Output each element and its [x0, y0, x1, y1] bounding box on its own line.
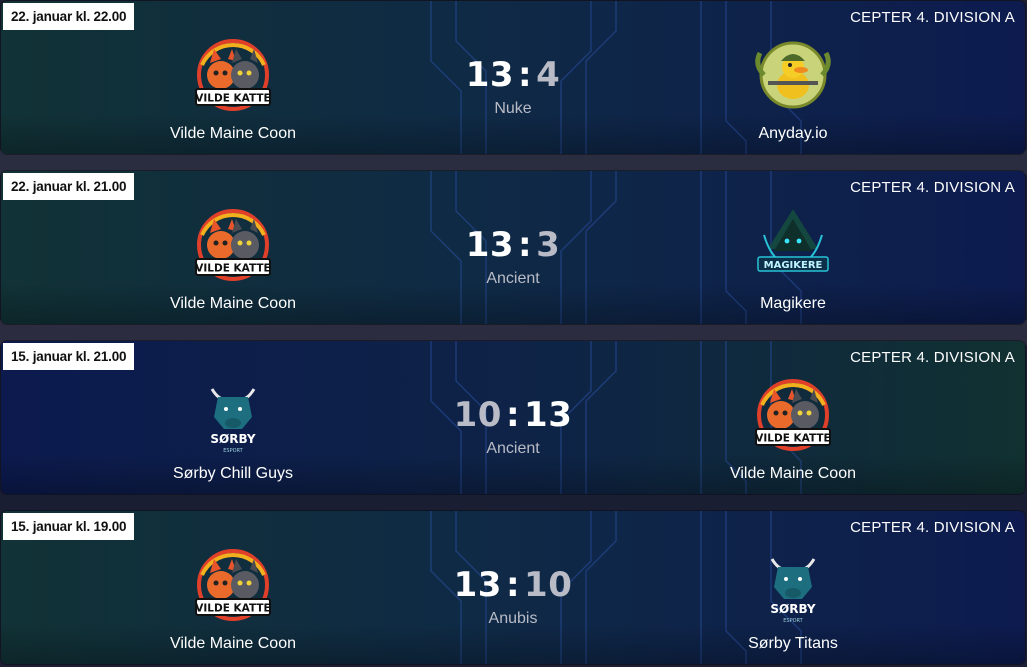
home-score: 13: [465, 225, 515, 265]
svg-text:SØRBY: SØRBY: [210, 432, 256, 446]
vilde-katte-logo: VILDE KATTE: [195, 549, 271, 621]
match-date: 15. januar kl. 21.00: [3, 343, 135, 370]
vilde-katte-logo: VILDE KATTE: [195, 209, 271, 281]
division-label: CEPTER 4. DIVISION A: [850, 179, 1015, 196]
svg-text:VILDE KATTE: VILDE KATTE: [195, 263, 270, 275]
svg-text:VILDE KATTE: VILDE KATTE: [755, 433, 830, 445]
away-score: 3: [536, 225, 561, 265]
map-name: Anubis: [488, 610, 538, 627]
map-name: Ancient: [486, 270, 540, 287]
home-team-name: Sørby Chill Guys: [172, 465, 294, 482]
away-team[interactable]: SØRBY ESPORT Sørby Titans: [683, 545, 903, 653]
home-team[interactable]: VILDE KATTE Vilde Maine Coon: [123, 205, 343, 313]
score: 13:3: [413, 225, 613, 265]
score-separator: :: [505, 395, 521, 435]
home-team-name: Vilde Maine Coon: [169, 125, 296, 142]
away-team-name: Vilde Maine Coon: [729, 465, 856, 482]
away-team-name: Magikere: [760, 295, 826, 312]
match-card[interactable]: 22. januar kl. 21.00 CEPTER 4. DIVISION …: [1, 171, 1025, 324]
division-label: CEPTER 4. DIVISION A: [850, 349, 1015, 366]
magikere-wizard-logo: MAGIKERE: [757, 209, 829, 272]
score-separator: :: [505, 565, 521, 605]
svg-text:MAGIKERE: MAGIKERE: [764, 260, 823, 271]
svg-text:VILDE KATTE: VILDE KATTE: [195, 603, 270, 615]
sorby-bull-logo: SØRBY ESPORT: [210, 388, 256, 454]
score: 10:13: [413, 395, 613, 435]
home-team[interactable]: VILDE KATTE Vilde Maine Coon: [123, 545, 343, 653]
home-score: 13: [453, 565, 502, 605]
score-separator: :: [518, 225, 533, 265]
home-score: 13: [465, 55, 515, 95]
match-date: 22. januar kl. 21.00: [3, 173, 135, 200]
svg-text:VILDE KATTE: VILDE KATTE: [195, 93, 270, 105]
match-card[interactable]: 22. januar kl. 22.00 CEPTER 4. DIVISION …: [1, 1, 1025, 154]
sorby-bull-logo: SØRBY ESPORT: [770, 558, 816, 624]
score: 13:4: [413, 55, 613, 95]
home-team-name: Vilde Maine Coon: [169, 635, 296, 652]
away-team[interactable]: VILDE KATTE Vilde Maine Coon: [683, 375, 903, 483]
division-label: CEPTER 4. DIVISION A: [850, 519, 1015, 536]
match-date: 15. januar kl. 19.00: [3, 513, 135, 540]
home-team-name: Vilde Maine Coon: [169, 295, 296, 312]
match-date: 22. januar kl. 22.00: [3, 3, 135, 30]
match-card[interactable]: 15. januar kl. 21.00 CEPTER 4. DIVISION …: [1, 341, 1025, 494]
duck-soldier-logo: [755, 41, 831, 109]
map-name: Nuke: [494, 100, 532, 117]
home-team[interactable]: SØRBY ESPORT Sørby Chill Guys: [123, 375, 343, 483]
away-score: 4: [536, 55, 561, 95]
away-team[interactable]: MAGIKERE Magikere: [683, 205, 903, 313]
home-score: 10: [453, 395, 502, 435]
away-score: 10: [524, 565, 573, 605]
score-separator: :: [518, 55, 533, 95]
away-team-name: Sørby Titans: [748, 635, 838, 652]
map-name: Ancient: [486, 440, 540, 457]
away-score: 13: [524, 395, 573, 435]
svg-text:ESPORT: ESPORT: [223, 448, 243, 454]
home-team[interactable]: VILDE KATTE Vilde Maine Coon: [123, 35, 343, 143]
match-card[interactable]: 15. januar kl. 19.00 CEPTER 4. DIVISION …: [1, 511, 1025, 664]
division-label: CEPTER 4. DIVISION A: [850, 9, 1015, 26]
vilde-katte-logo: VILDE KATTE: [755, 379, 831, 451]
away-team[interactable]: Anyday.io: [683, 35, 903, 143]
score: 13:10: [413, 565, 613, 605]
svg-text:ESPORT: ESPORT: [783, 618, 803, 624]
vilde-katte-logo: VILDE KATTE: [195, 39, 271, 111]
svg-text:SØRBY: SØRBY: [770, 602, 816, 616]
away-team-name: Anyday.io: [758, 125, 828, 142]
